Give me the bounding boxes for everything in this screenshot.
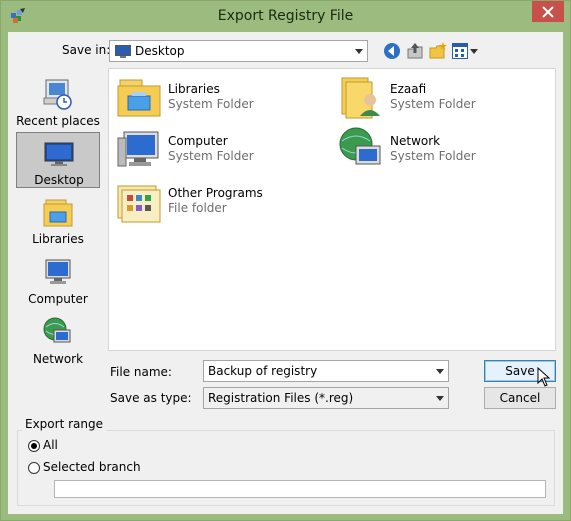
file-item-ezaafi[interactable]: Ezaafi System Folder	[338, 72, 548, 122]
file-list[interactable]: Libraries System Folder Ezaafi System Fo…	[108, 68, 556, 351]
window-title: Export Registry File	[217, 8, 354, 24]
place-label: Desktop	[34, 173, 84, 187]
computer-icon	[117, 131, 159, 167]
file-type: System Folder	[168, 149, 254, 163]
network-icon	[43, 317, 71, 343]
file-item-computer[interactable]: Computer System Folder	[116, 124, 326, 174]
radio-all-label: All	[43, 438, 58, 452]
libraries-folder-icon	[117, 79, 161, 117]
file-type: System Folder	[390, 149, 476, 163]
save-as-type-label: Save as type:	[110, 391, 192, 405]
back-icon[interactable]	[382, 41, 402, 61]
libraries-icon	[43, 199, 73, 227]
file-name-value: Backup of registry	[208, 364, 318, 378]
recent-places-icon	[43, 79, 72, 110]
file-name: Libraries	[168, 82, 220, 96]
place-recent-places[interactable]: Recent places	[16, 74, 100, 130]
desktop-icon	[115, 45, 131, 58]
network-icon	[339, 127, 381, 165]
new-folder-icon[interactable]	[428, 41, 448, 61]
computer-icon	[45, 259, 71, 284]
user-folder-icon	[341, 77, 380, 119]
place-network[interactable]: Network	[16, 312, 100, 368]
file-name-label: File name:	[110, 365, 172, 379]
file-name-input[interactable]: Backup of registry	[203, 360, 449, 382]
place-label: Libraries	[32, 232, 84, 246]
up-folder-icon[interactable]	[405, 41, 425, 61]
file-item-libraries[interactable]: Libraries System Folder	[116, 72, 326, 122]
place-computer[interactable]: Computer	[16, 252, 100, 308]
file-name: Computer	[168, 134, 228, 148]
file-name: Network	[390, 134, 441, 148]
view-grid-icon	[452, 43, 468, 59]
selected-branch-input[interactable]	[54, 480, 546, 498]
file-item-network[interactable]: Network System Folder	[338, 124, 548, 174]
chevron-down-icon	[355, 49, 363, 54]
save-in-value: Desktop	[135, 44, 185, 58]
view-dropdown-icon	[470, 49, 478, 54]
file-type: System Folder	[390, 97, 476, 111]
save-as-type-value: Registration Files (*.reg)	[208, 391, 354, 405]
radio-selected-branch-label: Selected branch	[43, 460, 141, 474]
close-icon	[542, 5, 554, 18]
place-label: Network	[32, 352, 84, 366]
place-libraries[interactable]: Libraries	[16, 192, 100, 248]
place-desktop[interactable]: Desktop	[16, 132, 100, 188]
place-label: Computer	[28, 292, 88, 306]
file-name: Other Programs	[168, 186, 263, 200]
places-bar: Recent places Desktop Libraries Computer…	[11, 70, 103, 366]
desktop-icon	[44, 142, 74, 166]
save-in-combo[interactable]: Desktop	[109, 40, 368, 62]
view-menu-button[interactable]	[452, 41, 480, 61]
file-type: File folder	[168, 201, 227, 215]
close-button[interactable]	[532, 1, 564, 22]
chevron-down-icon	[436, 369, 444, 374]
export-registry-dialog: Export Registry File Save in: Desktop Re…	[0, 0, 571, 521]
save-in-label: Save in:	[62, 43, 111, 57]
radio-all[interactable]	[28, 440, 40, 452]
title-bar[interactable]: Export Registry File	[1, 1, 570, 32]
export-range-title: Export range	[22, 417, 106, 431]
chevron-down-icon	[436, 396, 444, 401]
place-label: Recent places	[16, 114, 100, 128]
file-item-other-programs[interactable]: Other Programs File folder	[116, 176, 326, 226]
control-panel-folder-icon	[117, 185, 161, 223]
cancel-button[interactable]: Cancel	[484, 387, 556, 409]
mouse-cursor-icon	[537, 367, 551, 387]
save-as-type-select[interactable]: Registration Files (*.reg)	[203, 387, 449, 409]
file-type: System Folder	[168, 97, 254, 111]
radio-selected-branch[interactable]	[28, 462, 40, 474]
file-name: Ezaafi	[390, 82, 427, 96]
dialog-body: Save in: Desktop Recent places Desktop L…	[8, 32, 563, 514]
